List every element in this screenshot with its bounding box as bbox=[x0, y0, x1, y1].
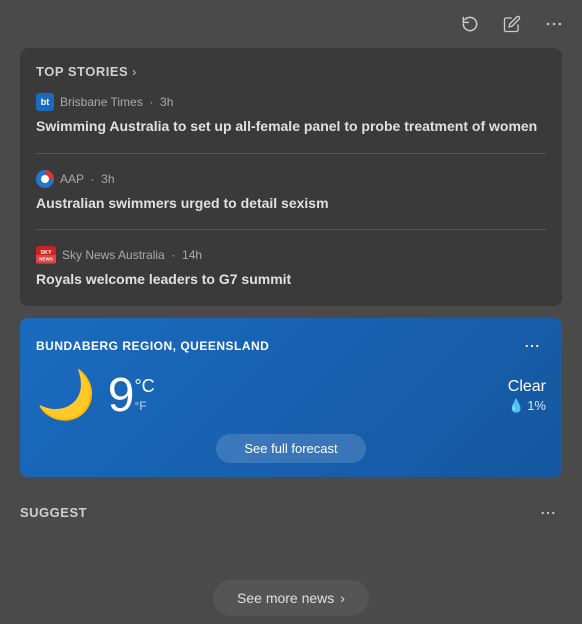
news-title-1: Swimming Australia to set up all-female … bbox=[36, 117, 546, 137]
weather-card: BUNDABERG REGION, QUEENSLAND 🌙 9 °C °F C… bbox=[20, 318, 562, 477]
weather-condition-text: Clear bbox=[508, 378, 546, 396]
see-forecast-button[interactable]: See full forecast bbox=[216, 434, 365, 463]
suggested-more-options-button[interactable] bbox=[534, 499, 562, 527]
source-name-3: Sky News Australia · 14h bbox=[62, 248, 202, 262]
more-options-button[interactable] bbox=[542, 12, 566, 36]
source-name-1: Brisbane Times · 3h bbox=[60, 95, 173, 109]
news-title-3: Royals welcome leaders to G7 summit bbox=[36, 270, 546, 290]
svg-text:SKY: SKY bbox=[40, 250, 52, 256]
source-row-1: bt Brisbane Times · 3h bbox=[36, 93, 546, 111]
suggested-label: SUGGEST bbox=[20, 505, 87, 520]
weather-right: Clear 💧 1% bbox=[508, 378, 546, 414]
news-item-2[interactable]: AAP · 3h Australian swimmers urged to de… bbox=[36, 170, 546, 231]
edit-button[interactable] bbox=[500, 12, 524, 36]
temp-celsius: °C bbox=[134, 376, 154, 397]
weather-main: 🌙 9 °C °F Clear 💧 1% bbox=[36, 372, 546, 420]
temp-fahrenheit: °F bbox=[134, 399, 154, 413]
weather-more-options-button[interactable] bbox=[518, 332, 546, 360]
weather-header: BUNDABERG REGION, QUEENSLAND bbox=[36, 332, 546, 360]
source-name-2: AAP · 3h bbox=[60, 172, 115, 186]
skynews-logo: SKY NEWS bbox=[36, 246, 56, 264]
suggested-bar: SUGGEST bbox=[20, 489, 562, 537]
weather-condition-icon: 🌙 bbox=[36, 372, 96, 420]
temp-value: 9 bbox=[108, 372, 135, 420]
top-stories-label: TOP STORIES bbox=[36, 64, 128, 79]
see-more-news-button[interactable]: See more news › bbox=[213, 580, 369, 616]
news-item-3[interactable]: SKY NEWS Sky News Australia · 14h Royals… bbox=[36, 246, 546, 290]
top-stories-header[interactable]: TOP STORIES › bbox=[36, 64, 546, 79]
temp-units: °C °F bbox=[134, 372, 154, 413]
weather-location: BUNDABERG REGION, QUEENSLAND bbox=[36, 339, 269, 353]
see-more-news-label: See more news bbox=[237, 590, 334, 606]
weather-temperature: 9 °C °F bbox=[108, 372, 155, 420]
weather-left: 🌙 9 °C °F bbox=[36, 372, 155, 420]
top-stories-chevron: › bbox=[132, 65, 136, 79]
source-row-3: SKY NEWS Sky News Australia · 14h bbox=[36, 246, 546, 264]
top-stories-card: TOP STORIES › bt Brisbane Times · 3h Swi… bbox=[20, 48, 562, 306]
news-title-2: Australian swimmers urged to detail sexi… bbox=[36, 194, 546, 214]
bt-logo: bt bbox=[36, 93, 54, 111]
rain-icon: 💧 bbox=[508, 398, 524, 414]
weather-precipitation: 💧 1% bbox=[508, 398, 546, 414]
top-bar bbox=[0, 0, 582, 48]
source-row-2: AAP · 3h bbox=[36, 170, 546, 188]
svg-text:NEWS: NEWS bbox=[39, 257, 53, 262]
aap-logo bbox=[36, 170, 54, 188]
reload-button[interactable] bbox=[458, 12, 482, 36]
news-item-1[interactable]: bt Brisbane Times · 3h Swimming Australi… bbox=[36, 93, 546, 154]
see-more-chevron: › bbox=[340, 590, 345, 606]
